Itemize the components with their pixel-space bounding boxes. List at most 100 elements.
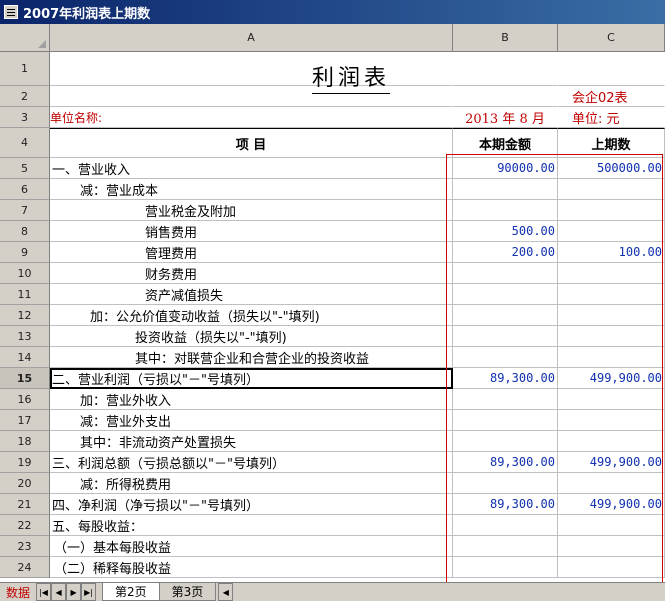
column-header-c[interactable]: C — [558, 24, 665, 52]
current-amount[interactable] — [453, 473, 558, 494]
current-amount[interactable] — [453, 410, 558, 431]
cell-b[interactable] — [453, 52, 558, 86]
tab-scroll-left-button[interactable]: ◀ — [218, 583, 234, 601]
row-header[interactable]: 16 — [0, 389, 50, 410]
row-label[interactable]: 其中：对联营企业和合营企业的投资收益 — [50, 347, 453, 368]
current-amount[interactable] — [453, 200, 558, 221]
current-amount[interactable] — [453, 326, 558, 347]
prior-amount[interactable] — [558, 200, 665, 221]
row-header[interactable]: 9 — [0, 242, 50, 263]
column-header-a[interactable]: A — [50, 24, 453, 52]
row-header[interactable]: 5 — [0, 158, 50, 179]
row-header[interactable]: 13 — [0, 326, 50, 347]
prior-amount[interactable] — [558, 179, 665, 200]
current-amount[interactable] — [453, 389, 558, 410]
row-header[interactable]: 2 — [0, 86, 50, 107]
row-header[interactable]: 17 — [0, 410, 50, 431]
row-header[interactable]: 1 — [0, 52, 50, 86]
prior-amount[interactable] — [558, 473, 665, 494]
row-header[interactable]: 11 — [0, 284, 50, 305]
cell-b[interactable] — [453, 86, 558, 107]
column-header-b[interactable]: B — [453, 24, 558, 52]
current-amount[interactable] — [453, 305, 558, 326]
row-label[interactable]: 投资收益（损失以"-"填列) — [50, 326, 453, 347]
current-amount[interactable]: 90000.00 — [453, 158, 558, 179]
prior-amount[interactable] — [558, 389, 665, 410]
sheet-tab-page3[interactable]: 第3页 — [158, 583, 217, 601]
prior-amount[interactable] — [558, 347, 665, 368]
row-label[interactable]: 三、利润总额（亏损总额以"－"号填列） — [50, 452, 453, 473]
row-label[interactable]: 其中：非流动资产处置损失 — [50, 431, 453, 452]
row-header[interactable]: 3 — [0, 107, 50, 128]
row-label[interactable]: （一）基本每股收益 — [50, 536, 453, 557]
prior-amount[interactable] — [558, 515, 665, 536]
row-label[interactable]: 加：公允价值变动收益（损失以"-"填列) — [50, 305, 453, 326]
cell-a[interactable] — [50, 86, 453, 107]
row-label[interactable]: 加：营业外收入 — [50, 389, 453, 410]
row-label[interactable]: 减：营业外支出 — [50, 410, 453, 431]
cell-c[interactable] — [558, 52, 665, 86]
row-label[interactable]: 二、营业利润（亏损以"－"号填列） — [50, 368, 453, 389]
prior-amount[interactable] — [558, 536, 665, 557]
row-header[interactable]: 7 — [0, 200, 50, 221]
row-header[interactable]: 4 — [0, 128, 50, 158]
row-header[interactable]: 24 — [0, 557, 50, 578]
current-amount[interactable]: 500.00 — [453, 221, 558, 242]
current-amount[interactable] — [453, 347, 558, 368]
row-header[interactable]: 12 — [0, 305, 50, 326]
row-label[interactable]: 管理费用 — [50, 242, 453, 263]
prior-amount[interactable] — [558, 284, 665, 305]
current-amount[interactable] — [453, 515, 558, 536]
select-all-corner[interactable] — [0, 24, 50, 52]
prior-amount[interactable] — [558, 263, 665, 284]
last-sheet-button[interactable]: ▶| — [81, 583, 97, 601]
current-amount[interactable]: 89,300.00 — [453, 368, 558, 389]
row-label[interactable]: 财务费用 — [50, 263, 453, 284]
spreadsheet-grid[interactable]: A B C 1 2 会企02表 3 单位名称: 2013 年 8 月单位: 元 4项 目本期… — [0, 24, 665, 582]
prior-amount[interactable] — [558, 221, 665, 242]
current-amount[interactable]: 200.00 — [453, 242, 558, 263]
current-amount[interactable]: 89,300.00 — [453, 452, 558, 473]
prior-amount[interactable]: 500000.00 — [558, 158, 665, 179]
row-label[interactable]: （二）稀释每股收益 — [50, 557, 453, 578]
row-header[interactable]: 23 — [0, 536, 50, 557]
current-amount[interactable] — [453, 431, 558, 452]
row-label[interactable]: 四、净利润（净亏损以"－"号填列） — [50, 494, 453, 515]
prev-sheet-button[interactable]: ◀ — [51, 583, 67, 601]
row-header[interactable]: 22 — [0, 515, 50, 536]
row-header[interactable]: 19 — [0, 452, 50, 473]
row-header[interactable]: 10 — [0, 263, 50, 284]
prior-amount[interactable]: 499,900.00 — [558, 452, 665, 473]
current-amount[interactable] — [453, 536, 558, 557]
sheet-tab-page2[interactable]: 第2页 — [102, 583, 160, 601]
prior-amount[interactable] — [558, 557, 665, 578]
row-label[interactable]: 营业税金及附加 — [50, 200, 453, 221]
row-label[interactable]: 减：所得税费用 — [50, 473, 453, 494]
current-amount[interactable] — [453, 179, 558, 200]
row-label[interactable]: 销售费用 — [50, 221, 453, 242]
first-sheet-button[interactable]: |◀ — [36, 583, 52, 601]
row-header[interactable]: 15 — [0, 368, 50, 389]
report-date[interactable]: 2013 年 8 月 — [453, 107, 558, 128]
current-amount[interactable] — [453, 263, 558, 284]
prior-amount[interactable]: 499,900.00 — [558, 368, 665, 389]
prior-amount[interactable]: 100.00 — [558, 242, 665, 263]
next-sheet-button[interactable]: ▶ — [66, 583, 82, 601]
prior-amount[interactable] — [558, 431, 665, 452]
row-header[interactable]: 21 — [0, 494, 50, 515]
cell-a[interactable] — [50, 52, 453, 86]
row-header[interactable]: 6 — [0, 179, 50, 200]
row-label[interactable]: 资产减值损失 — [50, 284, 453, 305]
row-label[interactable]: 减：营业成本 — [50, 179, 453, 200]
prior-amount[interactable] — [558, 326, 665, 347]
row-label[interactable]: 五、每股收益： — [50, 515, 453, 536]
prior-amount[interactable]: 499,900.00 — [558, 494, 665, 515]
row-header[interactable]: 18 — [0, 431, 50, 452]
current-amount[interactable] — [453, 284, 558, 305]
current-amount[interactable]: 89,300.00 — [453, 494, 558, 515]
row-label[interactable]: 一、营业收入 — [50, 158, 453, 179]
row-header[interactable]: 20 — [0, 473, 50, 494]
company-label[interactable]: 单位名称: — [50, 107, 453, 128]
row-header[interactable]: 8 — [0, 221, 50, 242]
row-header[interactable]: 14 — [0, 347, 50, 368]
